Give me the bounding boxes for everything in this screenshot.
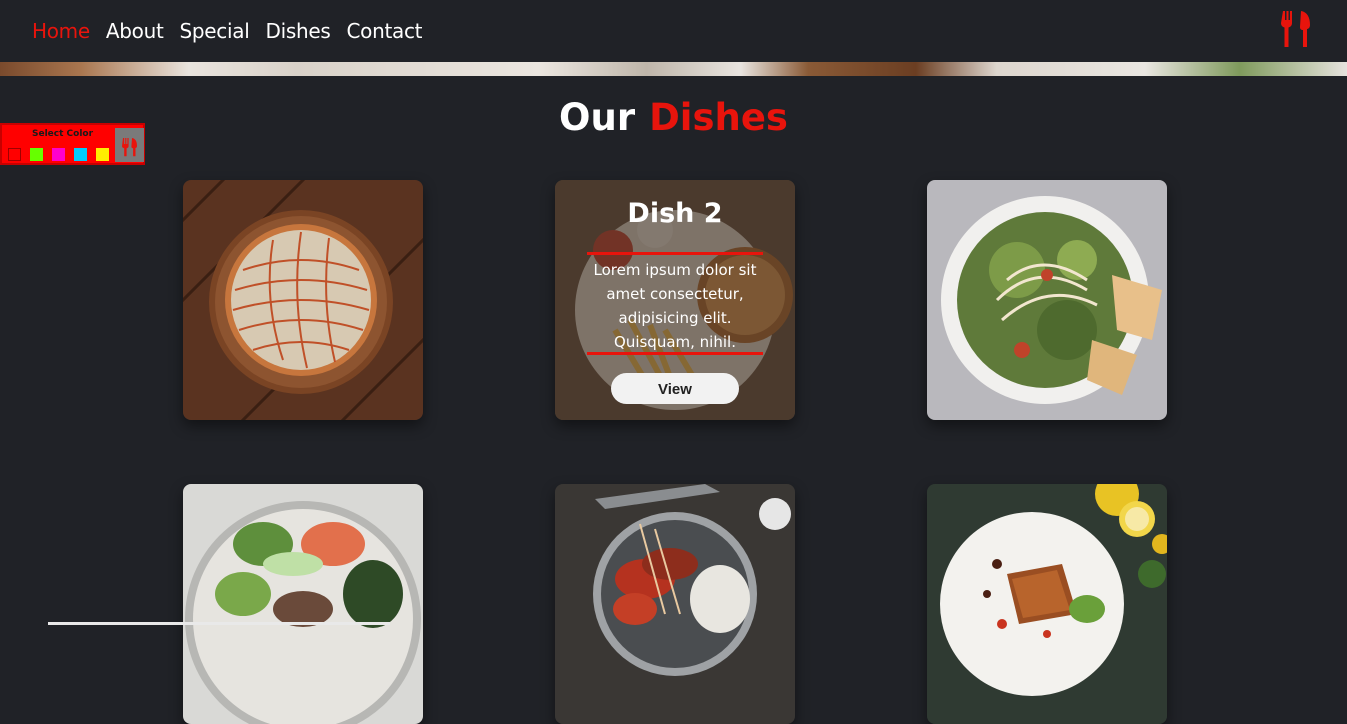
nav-dishes-link[interactable]: Dishes — [265, 19, 330, 43]
swatch-green[interactable] — [30, 148, 43, 161]
kebab-rice-image — [555, 484, 795, 724]
nav-home-link[interactable]: Home — [32, 19, 90, 43]
pizza-image — [183, 180, 423, 420]
swatch-magenta[interactable] — [52, 148, 65, 161]
navbar: Home About Special Dishes Contact — [0, 0, 1347, 62]
nav-links: Home About Special Dishes Contact — [32, 19, 438, 43]
picker-toggle-button[interactable] — [115, 128, 144, 162]
title-part-dishes: Dishes — [649, 96, 788, 139]
veggie-bowl-image — [183, 484, 423, 724]
dish-card-2[interactable]: Dish 2 Lorem ipsum dolor sit amet consec… — [555, 180, 795, 420]
dish-card-5[interactable] — [555, 484, 795, 724]
nav-special-link[interactable]: Special — [180, 19, 250, 43]
plated-fish-image — [927, 484, 1167, 724]
dish-card-4[interactable] — [183, 484, 423, 724]
swatch-cyan[interactable] — [74, 148, 87, 161]
overlay-rule-bottom — [587, 352, 763, 355]
dish-card-6[interactable] — [927, 484, 1167, 724]
nav-about-link[interactable]: About — [106, 19, 164, 43]
dish-2-description: Lorem ipsum dolor sit amet consectetur, … — [593, 261, 757, 351]
swatch-red[interactable] — [8, 148, 21, 161]
dish-card-1[interactable] — [183, 180, 423, 420]
view-button[interactable]: View — [611, 373, 739, 404]
dish-2-title: Dish 2 — [627, 198, 723, 229]
overlay-rule-top — [587, 252, 763, 255]
swatch-yellow[interactable] — [96, 148, 109, 161]
hero-background-strip — [0, 62, 1347, 76]
section-title: Our Dishes — [0, 96, 1347, 139]
fork-knife-icon[interactable] — [1281, 11, 1311, 47]
color-picker-label: Select Color — [32, 129, 94, 139]
nav-contact-link[interactable]: Contact — [346, 19, 422, 43]
color-picker-panel: Select Color — [0, 123, 145, 165]
dish-card-3[interactable] — [927, 180, 1167, 420]
fork-knife-icon — [122, 138, 137, 157]
dish-2-overlay: Dish 2 Lorem ipsum dolor sit amet consec… — [555, 180, 795, 420]
caesar-salad-image — [927, 180, 1167, 420]
title-part-our: Our — [559, 96, 636, 139]
